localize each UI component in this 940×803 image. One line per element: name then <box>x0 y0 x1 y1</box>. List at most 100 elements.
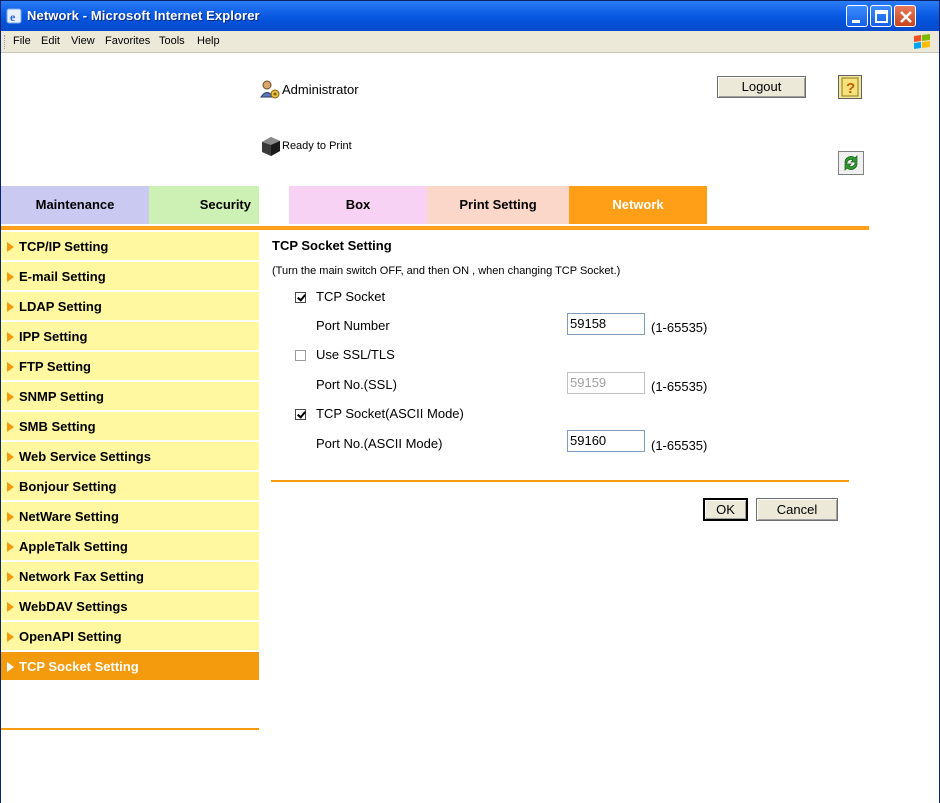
sidebar: TCP/IP Setting E-mail Setting LDAP Setti… <box>1 232 259 682</box>
title-bar: e Network - Microsoft Internet Explorer <box>1 1 939 31</box>
use-ssl-checkbox[interactable] <box>295 350 306 361</box>
sidebar-item-label: NetWare Setting <box>19 509 119 524</box>
menu-bar: File Edit View Favorites Tools Help <box>1 31 939 53</box>
minimize-icon <box>852 20 860 23</box>
arrow-right-icon <box>7 362 14 372</box>
port-ssl-input[interactable]: 59159 <box>567 372 645 394</box>
sidebar-item-tcp-socket[interactable]: TCP Socket Setting <box>1 652 259 682</box>
maximize-button[interactable] <box>870 5 892 27</box>
arrow-right-icon <box>7 632 14 642</box>
arrow-right-icon <box>7 602 14 612</box>
help-button[interactable]: ? <box>838 75 862 99</box>
sidebar-item-ldap[interactable]: LDAP Setting <box>1 292 259 322</box>
menu-help[interactable]: Help <box>197 35 220 47</box>
port-number-label: Port Number <box>316 318 390 333</box>
toolbar-grip <box>4 35 7 49</box>
window-title: Network - Microsoft Internet Explorer <box>27 8 260 23</box>
tab-security[interactable]: Security <box>149 186 259 224</box>
arrow-right-icon <box>7 662 14 672</box>
form-divider <box>271 480 849 482</box>
page-note: (Turn the main switch OFF, and then ON ,… <box>272 265 621 277</box>
close-icon <box>900 11 912 23</box>
page-title: TCP Socket Setting <box>272 238 392 253</box>
tab-network[interactable]: Network <box>569 186 707 224</box>
arrow-right-icon <box>7 302 14 312</box>
menu-view[interactable]: View <box>71 35 95 47</box>
svg-text:e: e <box>10 10 16 24</box>
sidebar-item-ftp[interactable]: FTP Setting <box>1 352 259 382</box>
menu-favorites[interactable]: Favorites <box>105 35 150 47</box>
port-number-range: (1-65535) <box>651 320 708 335</box>
menu-file[interactable]: File <box>13 35 31 47</box>
tab-box[interactable]: Box <box>289 186 427 224</box>
sidebar-item-snmp[interactable]: SNMP Setting <box>1 382 259 412</box>
port-ascii-label: Port No.(ASCII Mode) <box>316 436 443 451</box>
sidebar-item-ipp[interactable]: IPP Setting <box>1 322 259 352</box>
tcp-socket-label: TCP Socket <box>316 289 386 304</box>
administrator-label: Administrator <box>282 82 359 97</box>
sidebar-item-label: IPP Setting <box>19 329 88 344</box>
close-button[interactable] <box>894 5 916 27</box>
tcp-ascii-checkbox[interactable] <box>295 409 306 420</box>
administrator-icon <box>260 80 280 99</box>
sidebar-item-label: OpenAPI Setting <box>19 629 122 644</box>
svg-text:?: ? <box>846 80 855 97</box>
sidebar-item-label: TCP Socket Setting <box>19 659 139 674</box>
printer-status: Ready to Print <box>282 140 352 152</box>
port-ssl-range: (1-65535) <box>651 379 708 394</box>
port-ascii-range: (1-65535) <box>651 438 708 453</box>
sidebar-item-label: FTP Setting <box>19 359 91 374</box>
refresh-button[interactable] <box>838 151 864 175</box>
arrow-right-icon <box>7 452 14 462</box>
logout-button[interactable]: Logout <box>717 76 806 98</box>
arrow-right-icon <box>7 242 14 252</box>
minimize-button[interactable] <box>846 5 868 27</box>
cancel-button[interactable]: Cancel <box>756 498 838 521</box>
arrow-right-icon <box>7 512 14 522</box>
sidebar-item-bonjour[interactable]: Bonjour Setting <box>1 472 259 502</box>
maximize-icon <box>875 10 888 23</box>
printer-icon <box>262 137 280 156</box>
port-ssl-label: Port No.(SSL) <box>316 377 397 392</box>
sidebar-item-label: E-mail Setting <box>19 269 106 284</box>
ok-button[interactable]: OK <box>703 498 748 521</box>
sidebar-item-label: Network Fax Setting <box>19 569 144 584</box>
sidebar-item-tcpip[interactable]: TCP/IP Setting <box>1 232 259 262</box>
arrow-right-icon <box>7 482 14 492</box>
tab-print-setting[interactable]: Print Setting <box>427 186 569 224</box>
arrow-right-icon <box>7 272 14 282</box>
windows-logo-icon <box>914 34 930 49</box>
page-content: Administrator Ready to Print Logout ? Ma… <box>1 54 939 803</box>
arrow-right-icon <box>7 332 14 342</box>
tab-underline <box>1 226 869 230</box>
sidebar-item-appletalk[interactable]: AppleTalk Setting <box>1 532 259 562</box>
sidebar-item-netware[interactable]: NetWare Setting <box>1 502 259 532</box>
sidebar-item-network-fax[interactable]: Network Fax Setting <box>1 562 259 592</box>
sidebar-item-label: LDAP Setting <box>19 299 102 314</box>
arrow-right-icon <box>7 572 14 582</box>
tab-maintenance[interactable]: Maintenance <box>1 186 149 224</box>
tab-bar: Maintenance Security Box Print Setting N… <box>1 186 939 224</box>
refresh-icon <box>844 155 858 171</box>
menu-tools[interactable]: Tools <box>159 35 185 47</box>
port-ascii-input[interactable]: 59160 <box>567 430 645 452</box>
sidebar-item-label: TCP/IP Setting <box>19 239 109 254</box>
menu-edit[interactable]: Edit <box>41 35 60 47</box>
help-icon: ? <box>841 77 859 97</box>
sidebar-item-smb[interactable]: SMB Setting <box>1 412 259 442</box>
arrow-right-icon <box>7 542 14 552</box>
sidebar-item-openapi[interactable]: OpenAPI Setting <box>1 622 259 652</box>
tcp-ascii-label: TCP Socket(ASCII Mode) <box>316 406 464 421</box>
browser-window: e Network - Microsoft Internet Explorer … <box>0 0 940 803</box>
internet-explorer-icon: e <box>6 8 22 24</box>
tcp-socket-checkbox[interactable] <box>295 292 306 303</box>
sidebar-item-label: AppleTalk Setting <box>19 539 128 554</box>
use-ssl-label: Use SSL/TLS <box>316 347 395 362</box>
sidebar-item-email[interactable]: E-mail Setting <box>1 262 259 292</box>
arrow-right-icon <box>7 422 14 432</box>
sidebar-item-label: Bonjour Setting <box>19 479 117 494</box>
sidebar-item-webdav[interactable]: WebDAV Settings <box>1 592 259 622</box>
sidebar-item-web-service[interactable]: Web Service Settings <box>1 442 259 472</box>
port-number-input[interactable]: 59158 <box>567 313 645 335</box>
sidebar-item-label: SMB Setting <box>19 419 96 434</box>
